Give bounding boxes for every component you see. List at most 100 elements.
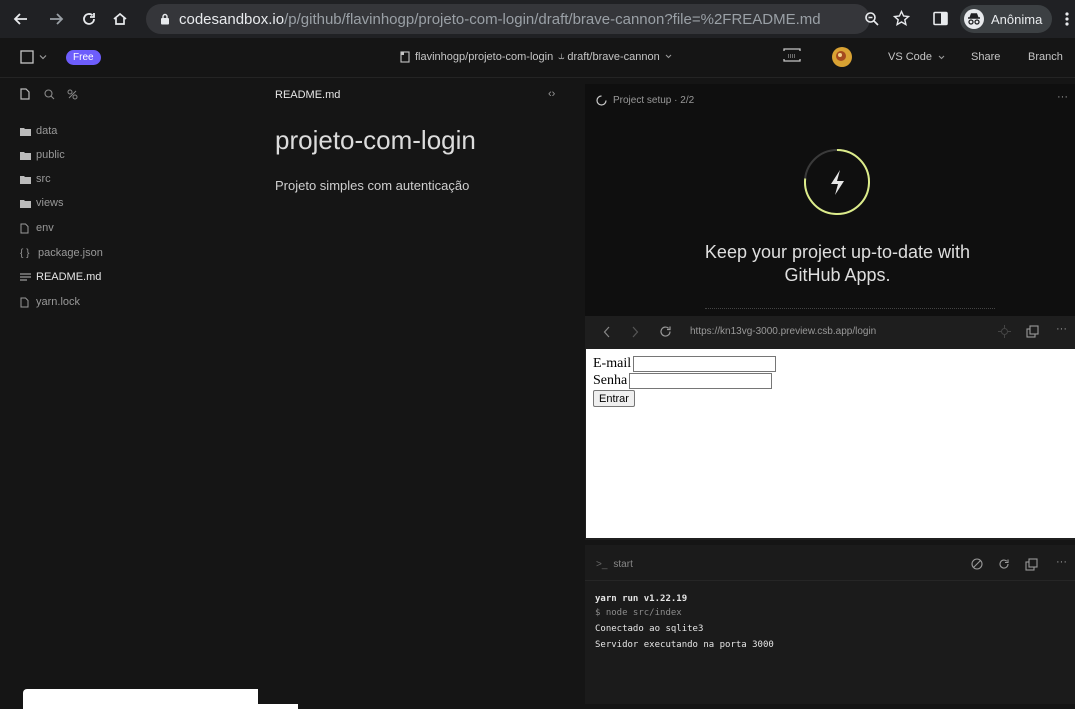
- file-tree-item[interactable]: { } package.json: [20, 245, 103, 261]
- terminal-line: yarn run v1.22.19: [595, 594, 688, 604]
- email-label: E-mail: [593, 356, 632, 371]
- forward-icon[interactable]: [41, 4, 71, 34]
- editor-tab[interactable]: README.md: [275, 89, 340, 101]
- open-external-icon[interactable]: [1026, 325, 1039, 338]
- file-tree-label: views: [36, 197, 64, 209]
- terminal-popout-icon[interactable]: [1025, 558, 1038, 571]
- file-tree-item[interactable]: env: [20, 220, 54, 236]
- explorer-file-icon[interactable]: [20, 88, 30, 100]
- setup-headline-line2: GitHub Apps.: [784, 265, 891, 285]
- home-icon[interactable]: [105, 4, 135, 34]
- browser-preview-panel: https://kn13vg-3000.preview.csb.app/logi…: [585, 316, 1075, 540]
- file-tree-item[interactable]: src: [20, 171, 51, 187]
- terminal-more-icon[interactable]: ···: [1056, 556, 1067, 568]
- readme-heading: projeto-com-login: [275, 125, 476, 155]
- main-menu-button[interactable]: [20, 50, 47, 64]
- folder-icon: [20, 175, 32, 184]
- repo-breadcrumb[interactable]: flavinhogp/projeto-com-login ⥿ draft/bra…: [400, 50, 672, 63]
- branch-icon: ⥿: [558, 50, 565, 62]
- folder-icon: [20, 151, 32, 160]
- url-host: codesandbox.io: [179, 10, 285, 28]
- back-icon[interactable]: [6, 4, 36, 34]
- source-control-icon[interactable]: [67, 89, 78, 100]
- password-field[interactable]: [629, 373, 773, 389]
- side-panel-icon[interactable]: [933, 11, 948, 26]
- address-bar[interactable]: codesandbox.io /p/github/flavinhogp/proj…: [146, 4, 870, 34]
- preview-more-icon[interactable]: ···: [1056, 323, 1067, 335]
- markdown-icon: [20, 272, 32, 282]
- login-submit-button[interactable]: Entrar: [593, 390, 635, 407]
- zoom-icon[interactable]: [864, 11, 880, 27]
- project-setup-panel: Project setup · 2/2 ··· Keep your projec…: [585, 84, 1075, 316]
- preview-back-icon[interactable]: [603, 326, 611, 338]
- chevron-down-icon: [39, 55, 47, 60]
- spinner-icon: [596, 95, 607, 106]
- preview-url[interactable]: https://kn13vg-3000.preview.csb.app/logi…: [690, 326, 876, 337]
- file-explorer: data public src views env { } package.js…: [0, 79, 298, 709]
- repo-file-icon: [400, 50, 410, 63]
- file-tree-label: env: [36, 222, 54, 234]
- editor-selector-label: VS Code: [888, 51, 933, 63]
- terminal-line: Conectado ao sqlite3: [595, 624, 704, 634]
- email-field[interactable]: [633, 356, 777, 372]
- repo-path: flavinhogp/projeto-com-login: [415, 50, 554, 63]
- file-tree-item[interactable]: views: [20, 195, 64, 211]
- avatar[interactable]: [832, 47, 852, 67]
- terminal-restart-icon[interactable]: [998, 558, 1010, 570]
- preview-forward-icon[interactable]: [631, 326, 639, 338]
- branch-chevron-icon: [665, 54, 672, 59]
- plan-badge[interactable]: Free: [66, 50, 101, 65]
- incognito-profile-chip[interactable]: Anônima: [960, 5, 1053, 33]
- preview-reload-icon[interactable]: [659, 325, 672, 338]
- file-tree-label: data: [36, 125, 58, 137]
- terminal-line: Servidor executando na porta 3000: [595, 640, 774, 650]
- preview-viewport: E-mail Senha Entrar: [586, 349, 1075, 538]
- file-tree-item[interactable]: public: [20, 147, 65, 163]
- file-icon: [20, 297, 32, 308]
- chevron-down-icon: [938, 55, 945, 59]
- codesandbox-topbar: Free flavinhogp/projeto-com-login ⥿ draf…: [0, 38, 1075, 78]
- file-tree-item[interactable]: data: [20, 123, 57, 139]
- password-label: Senha: [593, 373, 628, 388]
- file-tree-label: src: [36, 173, 51, 185]
- toast-panel[interactable]: [23, 689, 298, 709]
- readme-paragraph: Projeto simples com autenticação: [275, 178, 470, 193]
- file-tree-item-active[interactable]: README.md: [20, 269, 101, 285]
- terminal-line: $ node src/index: [595, 608, 682, 618]
- file-tree-label: package.json: [38, 247, 103, 259]
- file-icon: [20, 223, 32, 234]
- setup-title: Project setup · 2/2: [613, 95, 695, 106]
- url-path: /p/github/flavinhogp/projeto-com-login/d…: [284, 10, 821, 28]
- terminal-clear-icon[interactable]: [971, 558, 983, 570]
- file-tree-label: README.md: [36, 271, 102, 283]
- browser-menu-icon[interactable]: [1064, 11, 1070, 27]
- file-tree-label: public: [36, 149, 65, 161]
- lock-icon: [160, 13, 170, 25]
- more-options-icon[interactable]: ···: [1057, 91, 1068, 103]
- browser-toolbar: codesandbox.io /p/github/flavinhogp/proj…: [0, 0, 1075, 38]
- share-button[interactable]: Share: [971, 51, 1000, 63]
- file-tree-label: yarn.lock: [36, 296, 81, 308]
- folder-icon: [20, 127, 32, 136]
- branch-path: draft/brave-cannon: [567, 50, 660, 63]
- lightning-bolt-icon: [803, 148, 871, 216]
- crosshair-icon[interactable]: [998, 325, 1011, 338]
- bookmark-star-icon[interactable]: [893, 10, 910, 27]
- terminal-prompt-icon: >_: [596, 559, 608, 570]
- terminal-panel: >_ start ··· yarn run v1.22.19 $ node sr…: [585, 545, 1075, 704]
- search-icon[interactable]: [44, 88, 55, 100]
- code-view-toggle-icon[interactable]: ‹›: [548, 88, 555, 100]
- branch-button[interactable]: Branch: [1028, 51, 1063, 63]
- profile-label: Anônima: [991, 11, 1043, 27]
- braces-icon: { }: [20, 247, 30, 259]
- file-tree-item[interactable]: yarn.lock: [20, 294, 80, 310]
- terminal-tab-label[interactable]: start: [613, 559, 632, 570]
- incognito-icon: [964, 9, 984, 29]
- setup-headline-line1: Keep your project up-to-date with: [704, 242, 971, 262]
- devtool-toggle-icon[interactable]: [783, 46, 801, 64]
- editor-pane: README.md ‹› projeto-com-login Projeto s…: [258, 79, 585, 704]
- reload-icon[interactable]: [74, 4, 104, 34]
- terminal-divider: [585, 580, 1075, 581]
- editor-selector[interactable]: VS Code: [888, 51, 945, 63]
- faded-subtext: [705, 308, 995, 310]
